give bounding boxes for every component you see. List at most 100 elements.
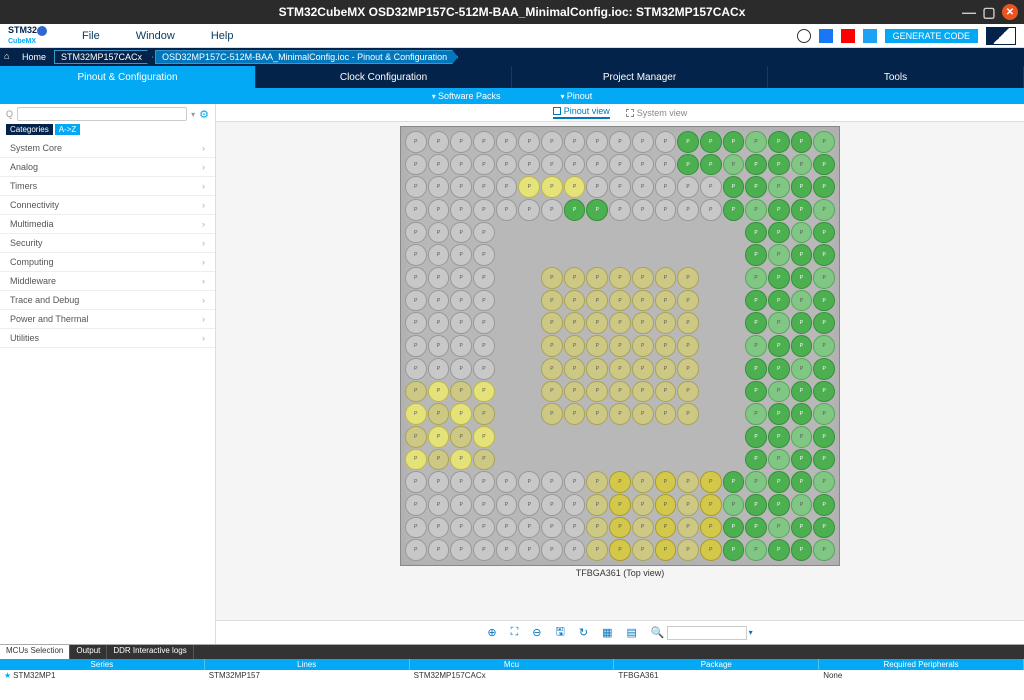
pin-ball[interactable]: P — [450, 154, 472, 176]
pin-ball[interactable]: P — [655, 358, 677, 380]
pin-ball[interactable]: P — [609, 403, 631, 425]
pin-ball[interactable]: P — [428, 539, 450, 561]
chip-package[interactable]: PPPPPPPPPPPPPPPPPPPPPPPPPPPPPPPPPPPPPPPP… — [400, 126, 840, 566]
menu-window[interactable]: Window — [136, 30, 175, 42]
pin-ball[interactable]: P — [791, 426, 813, 448]
pin-ball[interactable]: P — [813, 471, 835, 493]
pin-ball[interactable]: P — [428, 222, 450, 244]
pin-ball[interactable]: P — [405, 494, 427, 516]
table-row[interactable]: ★STM32MP1 STM32MP157 STM32MP157CACx TFBG… — [0, 670, 1024, 681]
pin-ball[interactable]: P — [428, 426, 450, 448]
pin-ball[interactable]: P — [700, 176, 722, 198]
pin-ball[interactable]: P — [450, 403, 472, 425]
pin-ball[interactable]: P — [405, 471, 427, 493]
pin-ball[interactable]: P — [541, 131, 563, 153]
pin-ball[interactable]: P — [677, 471, 699, 493]
pin-ball[interactable]: P — [609, 131, 631, 153]
pin-ball[interactable]: P — [473, 222, 495, 244]
pin-ball[interactable]: P — [405, 381, 427, 403]
pin-ball[interactable]: P — [541, 471, 563, 493]
sidebar-item-security[interactable]: Security› — [0, 234, 215, 253]
pin-ball[interactable]: P — [518, 471, 540, 493]
youtube-icon[interactable] — [841, 29, 855, 43]
pin-ball[interactable]: P — [473, 539, 495, 561]
pin-ball[interactable]: P — [541, 312, 563, 334]
pin-ball[interactable]: P — [450, 539, 472, 561]
pin-ball[interactable]: P — [473, 244, 495, 266]
pin-ball[interactable]: P — [564, 471, 586, 493]
pin-ball[interactable]: P — [473, 290, 495, 312]
pin-ball[interactable]: P — [586, 517, 608, 539]
pin-ball[interactable]: P — [450, 494, 472, 516]
sidebar-item-trace-and-debug[interactable]: Trace and Debug› — [0, 291, 215, 310]
pin-ball[interactable]: P — [745, 358, 767, 380]
pin-ball[interactable]: P — [518, 131, 540, 153]
pin-ball[interactable]: P — [723, 131, 745, 153]
pin-ball[interactable]: P — [564, 403, 586, 425]
pin-ball[interactable]: P — [768, 358, 790, 380]
pin-ball[interactable]: P — [632, 267, 654, 289]
pin-ball[interactable]: P — [586, 471, 608, 493]
pin-ball[interactable]: P — [428, 131, 450, 153]
pin-ball[interactable]: P — [586, 358, 608, 380]
pin-ball[interactable]: P — [745, 222, 767, 244]
pin-ball[interactable]: P — [428, 403, 450, 425]
pin-ball[interactable]: P — [768, 131, 790, 153]
pin-ball[interactable]: P — [700, 539, 722, 561]
pin-ball[interactable]: P — [745, 290, 767, 312]
pin-ball[interactable]: P — [632, 131, 654, 153]
pin-ball[interactable]: P — [655, 131, 677, 153]
pin-ball[interactable]: P — [632, 335, 654, 357]
pin-ball[interactable]: P — [473, 494, 495, 516]
pin-ball[interactable]: P — [768, 244, 790, 266]
pin-ball[interactable]: P — [677, 539, 699, 561]
subbar-pinout[interactable]: Pinout — [561, 91, 593, 101]
pin-ball[interactable]: P — [677, 290, 699, 312]
sidebar-item-utilities[interactable]: Utilities› — [0, 329, 215, 348]
bp-tab-mcu[interactable]: MCUs Selection — [0, 645, 70, 659]
pin-ball[interactable]: P — [541, 403, 563, 425]
pin-ball[interactable]: P — [655, 154, 677, 176]
sidebar-item-system-core[interactable]: System Core› — [0, 139, 215, 158]
pin-ball[interactable]: P — [450, 517, 472, 539]
pin-ball[interactable]: P — [450, 358, 472, 380]
pin-ball[interactable]: P — [745, 381, 767, 403]
pin-ball[interactable]: P — [791, 381, 813, 403]
pin-ball[interactable]: P — [768, 335, 790, 357]
bp-tab-output[interactable]: Output — [70, 645, 107, 659]
pin-ball[interactable]: P — [428, 290, 450, 312]
pin-ball[interactable]: P — [586, 312, 608, 334]
pin-ball[interactable]: P — [473, 176, 495, 198]
pin-ball[interactable]: P — [450, 244, 472, 266]
view-pinout[interactable]: Pinout view — [553, 106, 610, 119]
pin-ball[interactable]: P — [450, 290, 472, 312]
pin-ball[interactable]: P — [541, 517, 563, 539]
pin-ball[interactable]: P — [496, 471, 518, 493]
pin-ball[interactable]: P — [813, 222, 835, 244]
pin-ball[interactable]: P — [791, 517, 813, 539]
pin-ball[interactable]: P — [405, 426, 427, 448]
pin-ball[interactable]: P — [518, 199, 540, 221]
pin-ball[interactable]: P — [609, 471, 631, 493]
pin-ball[interactable]: P — [791, 267, 813, 289]
pin-ball[interactable]: P — [813, 176, 835, 198]
window-maximize-button[interactable]: ▢ — [982, 5, 996, 19]
pin-ball[interactable]: P — [609, 335, 631, 357]
pin-ball[interactable]: P — [700, 199, 722, 221]
twitter-icon[interactable] — [863, 29, 877, 43]
pin-ball[interactable]: P — [745, 471, 767, 493]
pin-ball[interactable]: P — [405, 290, 427, 312]
pin-ball[interactable]: P — [813, 539, 835, 561]
pin-ball[interactable]: P — [768, 381, 790, 403]
pin-ball[interactable]: P — [405, 267, 427, 289]
pin-ball[interactable]: P — [768, 539, 790, 561]
grid-icon[interactable]: ▦ — [602, 626, 612, 639]
pin-ball[interactable]: P — [813, 267, 835, 289]
pin-ball[interactable]: P — [655, 335, 677, 357]
zoom-fit-icon[interactable]: ⛶ — [511, 626, 519, 639]
window-close-button[interactable]: ✕ — [1002, 4, 1018, 20]
bp-col-lines[interactable]: Lines — [205, 659, 410, 670]
pin-ball[interactable]: P — [745, 426, 767, 448]
pin-ball[interactable]: P — [586, 403, 608, 425]
pin-ball[interactable]: P — [768, 312, 790, 334]
